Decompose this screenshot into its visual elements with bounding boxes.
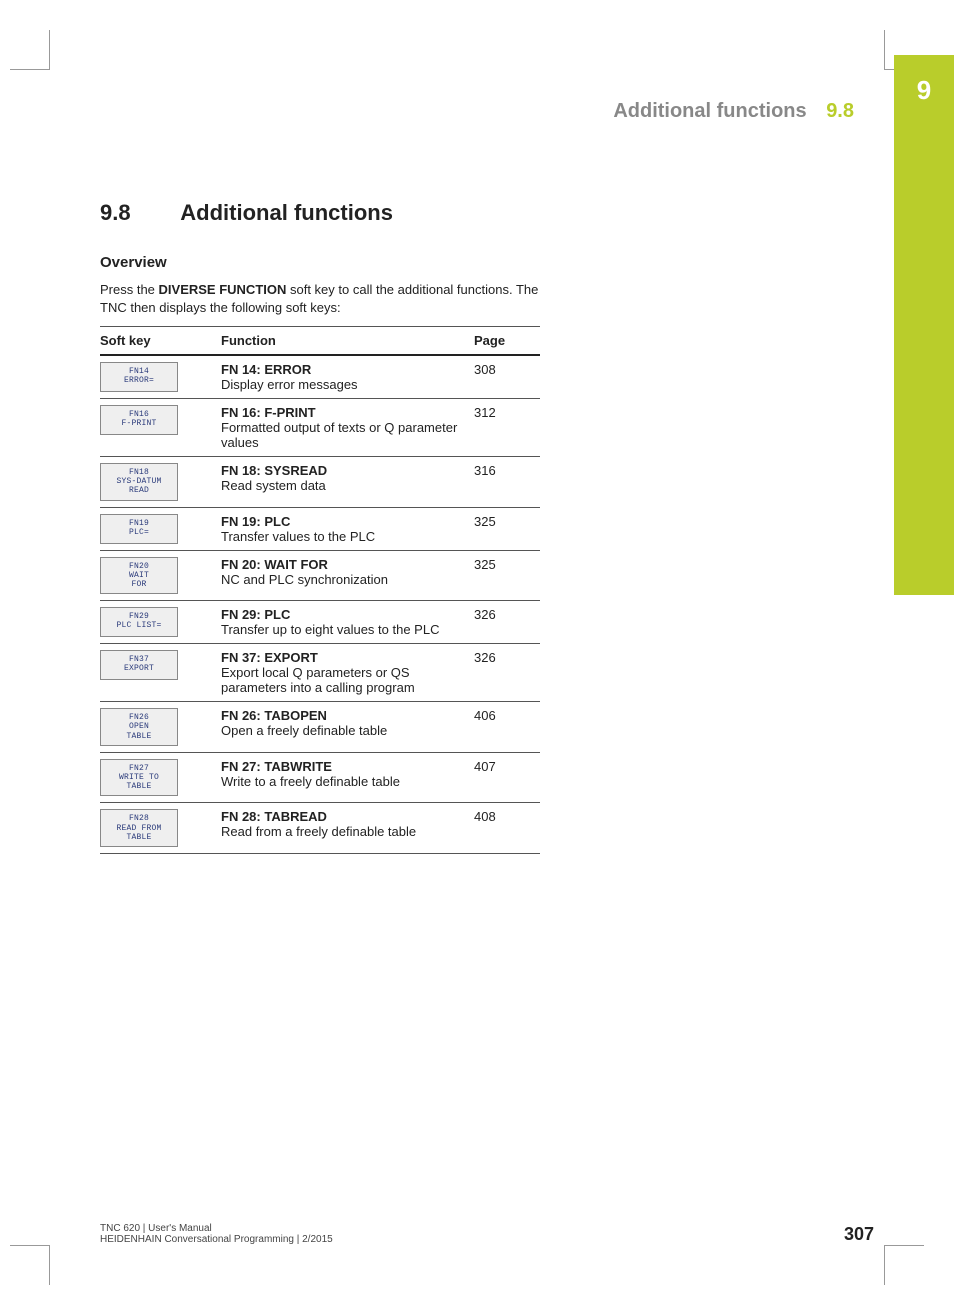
function-cell: FN 27: TABWRITEWrite to a freely definab… bbox=[221, 752, 474, 803]
function-desc: Open a freely definable table bbox=[221, 723, 470, 738]
softkey-cell: FN27WRITE TOTABLE bbox=[100, 752, 221, 803]
table-row: FN28READ FROMTABLE FN 28: TABREADRead fro… bbox=[100, 803, 540, 854]
chapter-tab: 9 bbox=[894, 55, 954, 595]
footer-text: TNC 620 | User's Manual HEIDENHAIN Conve… bbox=[100, 1223, 333, 1245]
function-cell: FN 16: F-PRINTFormatted output of texts … bbox=[221, 399, 474, 457]
softkey-icon: FN14ERROR= bbox=[100, 362, 178, 392]
function-cell: FN 29: PLCTransfer up to eight values to… bbox=[221, 601, 474, 644]
functions-table: Soft key Function Page FN14ERROR= FN 14: … bbox=[100, 326, 540, 854]
chapter-tab-number: 9 bbox=[894, 75, 954, 106]
softkey-cell: FN37EXPORT bbox=[100, 644, 221, 702]
softkey-cell: FN26OPENTABLE bbox=[100, 702, 221, 753]
page-cell: 326 bbox=[474, 601, 540, 644]
function-desc: Write to a freely definable table bbox=[221, 774, 470, 789]
table-row: FN16F-PRINT FN 16: F-PRINTFormatted outpu… bbox=[100, 399, 540, 457]
softkey-cell: FN14ERROR= bbox=[100, 355, 221, 399]
function-desc: Transfer values to the PLC bbox=[221, 529, 470, 544]
table-row: FN14ERROR= FN 14: ERRORDisplay error mess… bbox=[100, 355, 540, 399]
table-row: FN29PLC LIST= FN 29: PLCTransfer up to ei… bbox=[100, 601, 540, 644]
softkey-icon: FN16F-PRINT bbox=[100, 405, 178, 435]
running-head: Additional functions 9.8 bbox=[613, 100, 854, 123]
function-cell: FN 14: ERRORDisplay error messages bbox=[221, 355, 474, 399]
page-cell: 308 bbox=[474, 355, 540, 399]
page-number: 307 bbox=[844, 1224, 874, 1245]
softkey-cell: FN16F-PRINT bbox=[100, 399, 221, 457]
intro-text-pre: Press the bbox=[100, 282, 159, 297]
function-title: FN 18: SYSREAD bbox=[221, 463, 470, 478]
col-header-page: Page bbox=[474, 327, 540, 356]
section-title: Additional functions bbox=[180, 200, 393, 225]
function-desc: NC and PLC synchronization bbox=[221, 572, 470, 587]
table-row: FN26OPENTABLE FN 26: TABOPENOpen a freely… bbox=[100, 702, 540, 753]
col-header-softkey: Soft key bbox=[100, 327, 221, 356]
table-row: FN37EXPORT FN 37: EXPORTExport local Q pa… bbox=[100, 644, 540, 702]
softkey-cell: FN20WAITFOR bbox=[100, 550, 221, 601]
function-title: FN 29: PLC bbox=[221, 607, 470, 622]
function-desc: Transfer up to eight values to the PLC bbox=[221, 622, 470, 637]
footer-line2: HEIDENHAIN Conversational Programming | … bbox=[100, 1234, 333, 1245]
intro-paragraph: Press the DIVERSE FUNCTION soft key to c… bbox=[100, 281, 540, 316]
table-row: FN19PLC= FN 19: PLCTransfer values to the… bbox=[100, 507, 540, 550]
overview-heading: Overview bbox=[100, 254, 540, 271]
function-cell: FN 37: EXPORTExport local Q parameters o… bbox=[221, 644, 474, 702]
page-cell: 407 bbox=[474, 752, 540, 803]
page-cell: 326 bbox=[474, 644, 540, 702]
function-title: FN 27: TABWRITE bbox=[221, 759, 470, 774]
table-header-row: Soft key Function Page bbox=[100, 327, 540, 356]
function-title: FN 14: ERROR bbox=[221, 362, 470, 377]
function-desc: Export local Q parameters or QS paramete… bbox=[221, 665, 470, 695]
page-cell: 406 bbox=[474, 702, 540, 753]
softkey-icon: FN20WAITFOR bbox=[100, 557, 178, 595]
running-head-section: 9.8 bbox=[826, 100, 854, 122]
table-row: FN20WAITFOR FN 20: WAIT FORNC and PLC syn… bbox=[100, 550, 540, 601]
section-number: 9.8 bbox=[100, 200, 175, 226]
crop-mark bbox=[10, 1245, 50, 1285]
page-cell: 408 bbox=[474, 803, 540, 854]
function-cell: FN 28: TABREADRead from a freely definab… bbox=[221, 803, 474, 854]
page-content: 9.8 Additional functions Overview Press … bbox=[100, 200, 540, 854]
function-title: FN 37: EXPORT bbox=[221, 650, 470, 665]
col-header-function: Function bbox=[221, 327, 474, 356]
function-cell: FN 19: PLCTransfer values to the PLC bbox=[221, 507, 474, 550]
softkey-icon: FN19PLC= bbox=[100, 514, 178, 544]
function-title: FN 28: TABREAD bbox=[221, 809, 470, 824]
function-title: FN 20: WAIT FOR bbox=[221, 557, 470, 572]
function-desc: Read from a freely definable table bbox=[221, 824, 470, 839]
page-footer: TNC 620 | User's Manual HEIDENHAIN Conve… bbox=[100, 1223, 874, 1245]
softkey-icon: FN37EXPORT bbox=[100, 650, 178, 680]
section-heading: 9.8 Additional functions bbox=[100, 200, 540, 226]
softkey-icon: FN18SYS-DATUMREAD bbox=[100, 463, 178, 501]
footer-line1: TNC 620 | User's Manual bbox=[100, 1223, 333, 1234]
page-cell: 316 bbox=[474, 457, 540, 508]
softkey-icon: FN26OPENTABLE bbox=[100, 708, 178, 746]
function-title: FN 19: PLC bbox=[221, 514, 470, 529]
softkey-cell: FN19PLC= bbox=[100, 507, 221, 550]
page-cell: 312 bbox=[474, 399, 540, 457]
function-cell: FN 18: SYSREADRead system data bbox=[221, 457, 474, 508]
crop-mark bbox=[10, 30, 50, 70]
softkey-cell: FN18SYS-DATUMREAD bbox=[100, 457, 221, 508]
function-cell: FN 26: TABOPENOpen a freely definable ta… bbox=[221, 702, 474, 753]
softkey-icon: FN28READ FROMTABLE bbox=[100, 809, 178, 847]
page-cell: 325 bbox=[474, 550, 540, 601]
function-desc: Formatted output of texts or Q parameter… bbox=[221, 420, 470, 450]
softkey-icon: FN29PLC LIST= bbox=[100, 607, 178, 637]
function-desc: Display error messages bbox=[221, 377, 470, 392]
softkey-icon: FN27WRITE TOTABLE bbox=[100, 759, 178, 797]
table-row: FN18SYS-DATUMREAD FN 18: SYSREADRead syst… bbox=[100, 457, 540, 508]
softkey-cell: FN28READ FROMTABLE bbox=[100, 803, 221, 854]
function-desc: Read system data bbox=[221, 478, 470, 493]
table-row: FN27WRITE TOTABLE FN 27: TABWRITEWrite to… bbox=[100, 752, 540, 803]
softkey-cell: FN29PLC LIST= bbox=[100, 601, 221, 644]
running-head-title: Additional functions bbox=[613, 100, 806, 122]
function-title: FN 26: TABOPEN bbox=[221, 708, 470, 723]
crop-mark bbox=[884, 1245, 924, 1285]
function-title: FN 16: F-PRINT bbox=[221, 405, 470, 420]
function-cell: FN 20: WAIT FORNC and PLC synchronizatio… bbox=[221, 550, 474, 601]
page-cell: 325 bbox=[474, 507, 540, 550]
intro-text-bold: DIVERSE FUNCTION bbox=[159, 282, 287, 297]
